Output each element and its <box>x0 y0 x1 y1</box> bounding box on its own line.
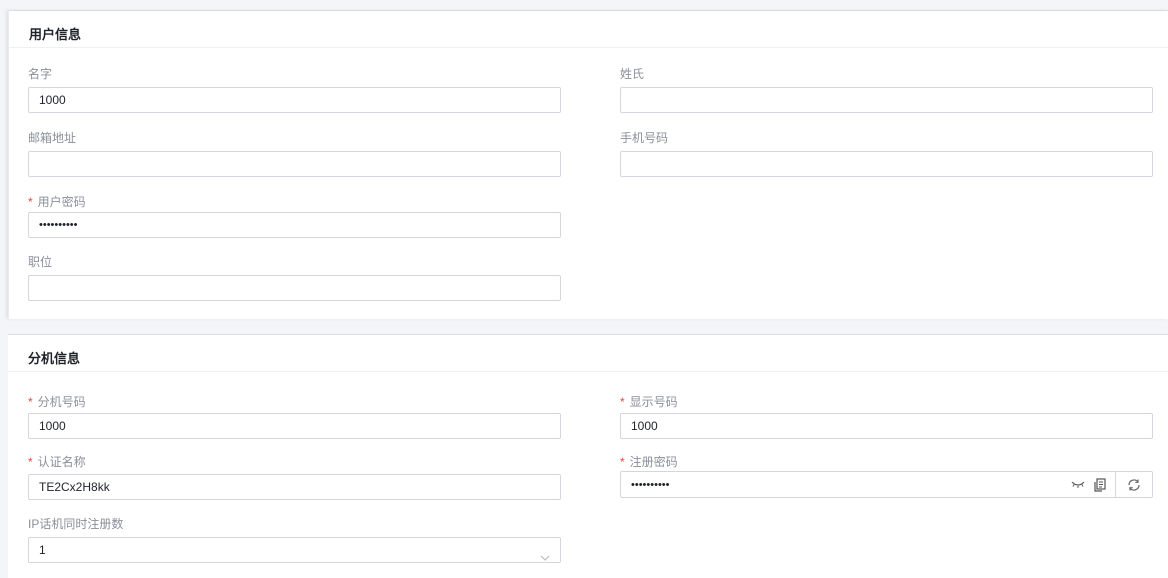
auth-name-label-text: 认证名称 <box>37 455 86 469</box>
last-name-label: 姓氏 <box>620 67 645 81</box>
auth-name-input[interactable]: TE2Cx2H8kk <box>28 474 561 500</box>
extension-number-input[interactable]: 1000 <box>28 413 561 439</box>
mobile-input[interactable] <box>620 151 1153 177</box>
chevron-down-icon[interactable] <box>540 546 550 570</box>
caller-id-label-text: 显示号码 <box>629 395 678 409</box>
caller-id-label: * 显示号码 <box>620 393 678 410</box>
refresh-icon[interactable] <box>1116 472 1152 497</box>
user-password-label: * 用户密码 <box>28 193 86 210</box>
job-title-label: 职位 <box>28 255 53 269</box>
auth-name-label: * 认证名称 <box>28 453 86 470</box>
first-name-label: 名字 <box>28 67 53 81</box>
extension-info-title: 分机信息 <box>28 351 81 366</box>
caller-id-input[interactable]: 1000 <box>620 413 1153 439</box>
registration-password-label-text: 注册密码 <box>629 455 678 469</box>
user-password-label-text: 用户密码 <box>37 195 86 209</box>
required-mark: * <box>28 455 33 469</box>
concurrent-registrations-label: IP话机同时注册数 <box>28 517 124 531</box>
last-name-input[interactable] <box>620 87 1153 113</box>
mobile-label: 手机号码 <box>620 131 669 145</box>
eye-closed-icon[interactable] <box>1067 473 1089 497</box>
registration-password-label: * 注册密码 <box>620 453 678 470</box>
registration-password-value[interactable]: •••••••••• <box>621 479 1067 491</box>
concurrent-registrations-value: 1 <box>39 543 46 557</box>
job-title-input[interactable] <box>28 275 561 301</box>
concurrent-registrations-select[interactable]: 1 <box>28 537 561 563</box>
extension-number-label: * 分机号码 <box>28 393 86 410</box>
required-mark: * <box>620 395 625 409</box>
registration-password-field[interactable]: •••••••••• <box>620 471 1153 498</box>
required-mark: * <box>620 455 625 469</box>
extension-info-header: 分机信息 <box>8 335 1168 372</box>
user-info-header: 用户信息 <box>9 11 1168 48</box>
user-password-input[interactable]: •••••••••• <box>28 212 561 238</box>
first-name-input[interactable]: 1000 <box>28 87 561 113</box>
copy-icon[interactable] <box>1089 473 1111 497</box>
extension-number-label-text: 分机号码 <box>37 395 86 409</box>
required-mark: * <box>28 195 33 209</box>
user-info-title: 用户信息 <box>29 27 82 42</box>
email-input[interactable] <box>28 151 561 177</box>
email-label: 邮箱地址 <box>28 131 77 145</box>
required-mark: * <box>28 395 33 409</box>
